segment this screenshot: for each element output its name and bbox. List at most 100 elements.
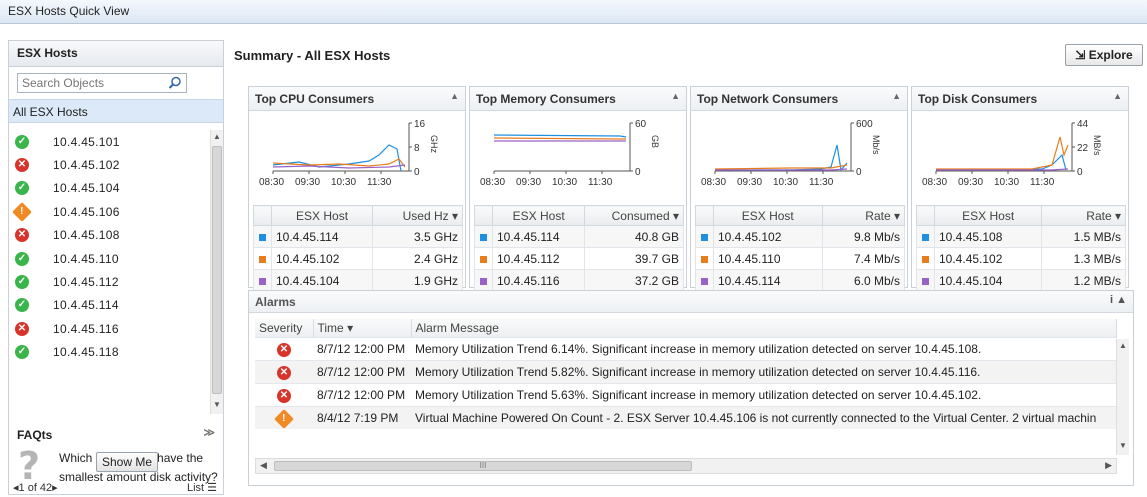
series-swatch [480,255,487,263]
swatch-col [916,205,935,226]
value-cell: 2.4 GHz [372,247,463,270]
host-list-item[interactable]: ✓ 10.4.45.114 [9,294,209,317]
info-icon[interactable]: i ▲ [1110,294,1127,306]
series-swatch [259,233,266,241]
col-severity[interactable]: Severity [255,319,314,337]
col-value[interactable]: Used Hz ▾ [372,205,463,226]
alarm-row[interactable]: ✕ 8/7/12 12:00 PM Memory Utilization Trend… [255,336,1117,360]
scroll-up-icon[interactable]: ▲ [1117,341,1129,353]
table-row[interactable]: 10.4.45.114 3.5 GHz [253,225,463,248]
severity-error-icon: ✕ [277,342,291,357]
consumer-card: Top Disk Consumers ▲ 08:30 09:30 10:30 11:30 4… [911,86,1129,292]
host-list-item[interactable]: ✓ 10.4.45.104 [9,177,209,200]
table-row[interactable]: 10.4.45.108 1.5 MB/s [916,225,1126,248]
list-view-button[interactable]: List ☰ [187,481,217,494]
host-list-item[interactable]: ✓ 10.4.45.110 [9,247,209,270]
table-row[interactable]: 10.4.45.116 37.2 GB [474,269,684,292]
host-name: 10.4.45.108 [53,228,120,243]
value-cell: 37.2 GB [584,269,684,292]
col-value[interactable]: Rate ▾ [821,205,906,226]
table-row[interactable]: 10.4.45.102 2.4 GHz [253,247,463,270]
host-list-item[interactable]: ✕ 10.4.45.108 [9,224,209,247]
x-tick-label: 11:30 [367,177,392,188]
collapse-icon[interactable]: ▲ [671,91,680,101]
table-row[interactable]: 10.4.45.114 6.0 Mb/s [695,269,906,292]
series-swatch [922,255,929,263]
table-row[interactable]: 10.4.45.110 7.4 Mb/s [695,247,906,270]
series-line [493,134,627,138]
host-name: 10.4.45.118 [53,345,119,360]
col-time[interactable]: Time ▾ [313,319,412,337]
table-row[interactable]: 10.4.45.102 1.3 MB/s [916,247,1126,270]
faq-pager[interactable]: ◂1 of 42▸ [13,481,58,494]
col-value[interactable]: Rate ▾ [1041,205,1126,226]
alarms-title: Alarms [255,295,296,309]
col-message[interactable]: Alarm Message [411,319,1117,337]
col-host[interactable]: ESX Host [270,205,374,226]
host-list-item[interactable]: ! 10.4.45.106 [9,200,209,223]
series-line [936,153,1067,171]
col-host[interactable]: ESX Host [713,205,823,226]
y-tick-label: 44 [1077,119,1089,130]
scroll-left-icon[interactable]: ◀ [260,460,267,471]
faqts-header[interactable]: FAQts ≫ [9,422,223,446]
host-list-item[interactable]: ✕ 10.4.45.116 [9,317,209,340]
value-cell: 7.4 Mb/s [821,247,906,270]
y-tick-label: 0 [414,167,420,178]
alarm-row[interactable]: ✕ 8/7/12 12:00 PM Memory Utilization Trend… [255,382,1117,406]
question-mark-icon: ? [18,447,40,485]
value-cell: 9.8 Mb/s [821,225,906,248]
search-input[interactable] [18,74,166,92]
table-row[interactable]: 10.4.45.104 1.9 GHz [253,269,463,292]
host-cell: 10.4.45.108 [933,225,1043,248]
collapse-icon[interactable]: ▲ [892,91,901,101]
y-tick-label: 0 [1077,167,1083,178]
scroll-down-icon[interactable]: ▼ [1117,441,1129,453]
host-list-scrollbar[interactable]: ▲ ▼ [210,130,223,414]
search-box[interactable] [17,73,187,93]
host-list-item[interactable]: ✓ 10.4.45.112 [9,270,209,293]
host-list-item[interactable]: ✓ 10.4.45.101 [9,130,209,153]
esx-hosts-title: ESX Hosts [9,41,223,67]
explore-button[interactable]: ⇲ Explore [1065,44,1143,66]
alarm-message: Memory Utilization Trend 5.82%. Signific… [411,359,1117,383]
collapse-icon[interactable]: ▲ [450,91,459,101]
collapse-chevron-icon[interactable]: ≫ [203,426,215,439]
value-cell: 3.5 GHz [372,225,463,248]
show-me-button[interactable]: Show Me [96,452,158,472]
card-title: Top Disk Consumers [918,92,1038,106]
scroll-down-icon[interactable]: ▼ [211,400,223,412]
table-row[interactable]: 10.4.45.102 9.8 Mb/s [695,225,906,248]
alarms-hscroll[interactable]: ◀ III ▶ [255,458,1117,474]
alarm-row[interactable]: ! 8/4/12 7:19 PM Virtual Machine Powered O… [255,405,1117,429]
series-swatch [480,277,487,285]
status-ok-icon: ✓ [15,275,29,290]
host-cell: 10.4.45.102 [713,225,823,248]
scroll-right-icon[interactable]: ▶ [1105,460,1112,471]
series-swatch [701,233,708,241]
col-host[interactable]: ESX Host [491,205,586,226]
explore-label: Explore [1088,48,1133,62]
alarm-row[interactable]: ✕ 8/7/12 12:00 PM Memory Utilization Trend… [255,359,1117,383]
all-esx-hosts-item[interactable]: All ESX Hosts [9,99,223,123]
consumer-table: ESX Host Rate ▾ 10.4.45.102 9.8 Mb/s 10.4.45… [695,205,906,292]
x-tick-label: 11:30 [1030,177,1055,188]
x-tick-label: 11:30 [809,177,834,188]
severity-error-icon: ✕ [277,388,291,403]
table-row[interactable]: 10.4.45.112 39.7 GB [474,247,684,270]
sparkline-chart: 08:30 09:30 10:30 11:30 60 0 GB [480,119,660,188]
scroll-thumb[interactable] [212,146,222,394]
host-list-item[interactable]: ✓ 10.4.45.118 [9,341,209,364]
col-host[interactable]: ESX Host [933,205,1043,226]
table-row[interactable]: 10.4.45.104 1.2 MB/s [916,269,1126,292]
table-row[interactable]: 10.4.45.114 40.8 GB [474,225,684,248]
col-value[interactable]: Consumed ▾ [584,205,684,226]
alarm-message: Memory Utilization Trend 6.14%. Signific… [411,336,1117,360]
host-list-item[interactable]: ✕ 10.4.45.102 [9,153,209,176]
alarms-vscroll[interactable]: ▲ ▼ [1116,339,1129,455]
hscroll-thumb[interactable]: III [274,461,692,471]
search-icon[interactable] [167,75,183,91]
scroll-up-icon[interactable]: ▲ [211,132,223,144]
collapse-icon[interactable]: ▲ [1113,91,1122,101]
y-tick-label: 60 [635,119,647,130]
